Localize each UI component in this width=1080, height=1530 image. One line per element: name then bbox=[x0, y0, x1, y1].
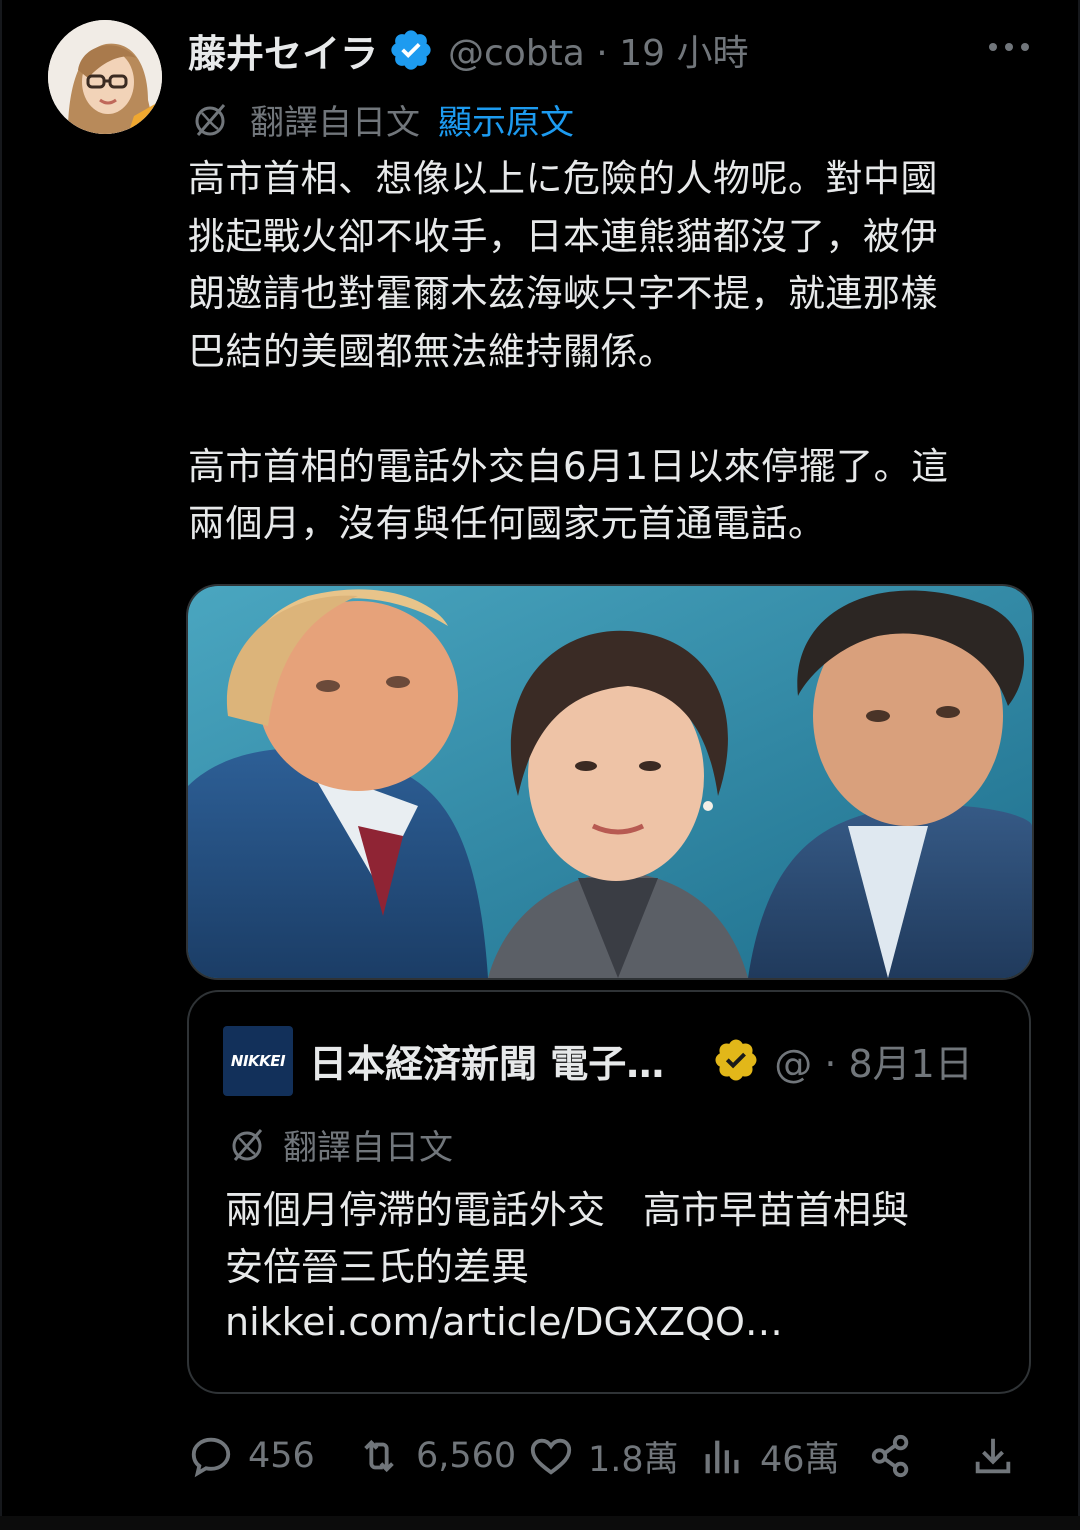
translated-from-label: 翻譯自日文 bbox=[250, 102, 420, 143]
quoted-handle-time[interactable]: @ · 8月1日 bbox=[774, 1033, 973, 1088]
left-border bbox=[0, 0, 2, 1530]
verified-badge-icon bbox=[391, 30, 431, 70]
quoted-author-avatar[interactable]: NIKKEI bbox=[223, 1026, 293, 1096]
views-icon bbox=[705, 1440, 739, 1474]
quoted-tweet-header: 日本経済新聞 電子… @ · 8月1日 bbox=[309, 1032, 973, 1088]
quoted-tweet-text: 兩個月停滯的電話外交 高市早苗首相與 安倍晉三氏的差異 bbox=[225, 1188, 910, 1289]
tweet-header: 藤井セイラ @cobta · 19 小時 bbox=[188, 22, 748, 78]
like-button[interactable]: 1.8萬 bbox=[528, 1424, 679, 1488]
reply-count: 456 bbox=[248, 1436, 315, 1476]
quoted-translated-label: 翻譯自日文 bbox=[283, 1127, 453, 1168]
quoted-translation-row: 翻譯自日文 bbox=[227, 1120, 453, 1168]
author-name[interactable]: 藤井セイラ bbox=[188, 23, 378, 78]
show-original-link[interactable]: 顯示原文 bbox=[438, 95, 574, 144]
views-count: 46萬 bbox=[760, 1439, 840, 1480]
quoted-tweet-link[interactable]: nikkei.com/article/DGXZQO… bbox=[225, 1300, 783, 1344]
repost-count: 6,560 bbox=[416, 1436, 517, 1476]
bottom-divider bbox=[0, 1516, 1080, 1530]
quoted-author-name[interactable]: 日本経済新聞 電子… bbox=[309, 1033, 664, 1088]
tweet-actions-bar: 456 6,560 1.8萬 46萬 bbox=[0, 1424, 1080, 1488]
author-handle-time[interactable]: @cobta · 19 小時 bbox=[448, 24, 748, 76]
reply-icon bbox=[191, 1437, 231, 1478]
author-avatar[interactable] bbox=[48, 20, 162, 134]
tweet-text: 高市首相、想像以上に危險的人物呢。對中國 挑起戰火卻不收手，日本連熊貓都沒了，被… bbox=[188, 157, 949, 545]
reply-button[interactable]: 456 bbox=[188, 1424, 315, 1488]
download-button[interactable] bbox=[970, 1424, 1016, 1488]
bookmark-download-icon bbox=[975, 1438, 1011, 1474]
views-button[interactable]: 46萬 bbox=[700, 1424, 840, 1488]
more-icon[interactable] bbox=[986, 34, 1032, 60]
like-icon bbox=[530, 1438, 572, 1475]
tweet-page: 藤井セイラ @cobta · 19 小時 翻譯自日文 顯示原文 高市首相、想像以… bbox=[0, 0, 1080, 1530]
repost-button[interactable]: 6,560 bbox=[356, 1424, 516, 1488]
share-button[interactable] bbox=[868, 1424, 914, 1488]
like-count: 1.8萬 bbox=[588, 1439, 679, 1480]
tweet-media-image[interactable] bbox=[186, 584, 1034, 980]
translate-globe-icon bbox=[195, 104, 226, 136]
share-icon bbox=[871, 1434, 909, 1478]
translate-globe-icon bbox=[232, 1129, 263, 1161]
translation-row: 翻譯自日文 顯示原文 bbox=[190, 94, 574, 144]
repost-icon bbox=[364, 1439, 394, 1473]
verified-org-badge-icon bbox=[715, 1039, 757, 1081]
quoted-tweet-card[interactable]: NIKKEI 日本経済新聞 電子… @ · 8月1日 翻譯自日文 兩個月停滯的電… bbox=[187, 990, 1031, 1394]
